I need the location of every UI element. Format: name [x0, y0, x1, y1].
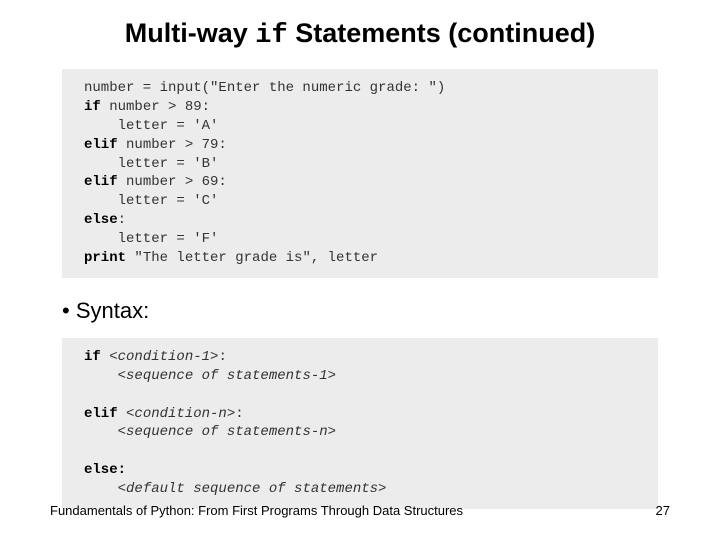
code-placeholder: <default sequence of statements>	[118, 481, 387, 497]
code-keyword-else: else	[84, 212, 118, 228]
code-placeholder: <condition-n>	[126, 406, 235, 422]
code-keyword-elif: elif	[84, 137, 118, 153]
code-line: number > 69:	[118, 174, 227, 190]
code-placeholder: <sequence of statements-1>	[118, 368, 336, 384]
code-line: number > 89:	[101, 99, 210, 115]
title-pre: Multi-way	[125, 18, 256, 48]
code-line: letter = 'F'	[84, 231, 218, 247]
code-line: letter = 'A'	[84, 118, 218, 134]
title-post: Statements (continued)	[288, 18, 596, 48]
code-line: number > 79:	[118, 137, 227, 153]
footer: Fundamentals of Python: From First Progr…	[50, 503, 670, 518]
bullet-syntax: • Syntax:	[62, 298, 670, 324]
code-line: letter = 'B'	[84, 156, 218, 172]
code-placeholder: <condition-1>	[109, 349, 218, 365]
code-line: number = input("Enter the numeric grade:…	[84, 80, 445, 96]
code-indent	[84, 481, 118, 497]
code-syntax-template: if <condition-1>: <sequence of statement…	[62, 338, 658, 509]
slide-title: Multi-way if Statements (continued)	[50, 18, 670, 51]
code-line: "The letter grade is", letter	[126, 250, 378, 266]
code-keyword-print: print	[84, 250, 126, 266]
code-colon: :	[235, 406, 243, 422]
footer-text: Fundamentals of Python: From First Progr…	[50, 503, 463, 518]
title-code: if	[255, 21, 287, 51]
code-keyword-else: else:	[84, 462, 126, 478]
code-keyword-elif: elif	[84, 406, 126, 422]
code-keyword-if: if	[84, 99, 101, 115]
page-number: 27	[656, 503, 670, 518]
code-keyword-if: if	[84, 349, 109, 365]
code-indent	[84, 368, 118, 384]
code-colon: :	[218, 349, 226, 365]
slide: Multi-way if Statements (continued) numb…	[0, 0, 720, 540]
code-keyword-elif: elif	[84, 174, 118, 190]
code-line: letter = 'C'	[84, 193, 218, 209]
code-indent	[84, 424, 118, 440]
code-example-grade: number = input("Enter the numeric grade:…	[62, 69, 658, 278]
code-line: :	[118, 212, 126, 228]
code-placeholder: <sequence of statements-n>	[118, 424, 336, 440]
